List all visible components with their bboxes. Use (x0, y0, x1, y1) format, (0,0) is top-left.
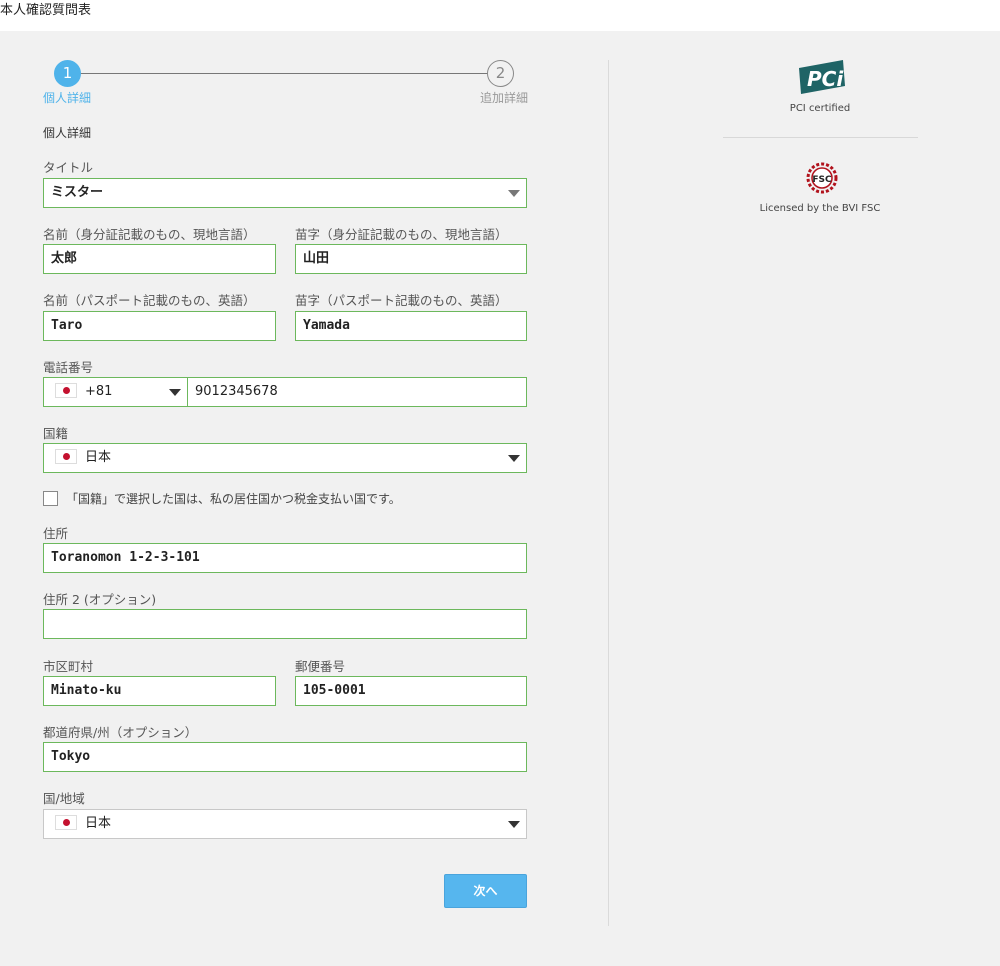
last-name-en-input[interactable]: Yamada (295, 311, 527, 341)
pci-caption: PCI certified (789, 103, 851, 114)
japan-flag-icon (55, 448, 77, 464)
country-label: 国/地域 (43, 791, 85, 806)
pci-logo-text: PCi (807, 67, 844, 91)
stepper-line (67, 73, 504, 74)
country-code-select[interactable]: +81 (43, 377, 188, 407)
fsc-caption: Licensed by the BVI FSC (759, 203, 881, 214)
last-name-local-input[interactable]: 山田 (295, 244, 527, 274)
pci-logo-icon: PCi (799, 60, 845, 94)
phone-number-input[interactable]: 9012345678 (187, 377, 527, 407)
step-1-indicator[interactable]: 1 (54, 60, 81, 87)
address1-label: 住所 (43, 526, 69, 541)
tax-residence-checkbox[interactable] (43, 491, 58, 506)
title-select[interactable]: ミスター (43, 178, 527, 208)
fsc-logo-text: FSC (812, 175, 832, 185)
step-2-label: 追加詳細 (479, 91, 528, 105)
stepper: 1 2 個人詳細 追加詳細 (43, 60, 528, 110)
nationality-label: 国籍 (43, 426, 69, 441)
first-name-local-input[interactable]: 太郎 (43, 244, 276, 274)
address2-label: 住所 2 (オプション) (43, 592, 157, 607)
last-name-en-label: 苗字（パスポート記載のもの、英語） (295, 293, 508, 308)
japan-flag-icon (55, 382, 77, 398)
postal-code-label: 郵便番号 (295, 659, 346, 674)
city-label: 市区町村 (43, 659, 94, 674)
title-label: タイトル (43, 160, 94, 175)
chevron-down-icon (508, 821, 520, 828)
first-name-en-input[interactable]: Taro (43, 311, 276, 341)
last-name-local-label: 苗字（身分証記載のもの、現地言語） (295, 227, 508, 242)
chevron-down-icon (508, 455, 520, 462)
chevron-down-icon (169, 389, 181, 396)
tax-residence-label: 「国籍」で選択した国は、私の居住国かつ税金支払い国です。 (66, 492, 401, 506)
country-value: 日本 (85, 816, 112, 831)
city-input[interactable]: Minato-ku (43, 676, 276, 706)
nationality-select[interactable]: 日本 (43, 443, 527, 473)
column-divider (608, 60, 609, 926)
page-title: 本人確認質問表 (0, 3, 92, 18)
sidebar-divider (723, 137, 918, 138)
address2-input[interactable] (43, 609, 527, 639)
next-button[interactable]: 次へ (444, 874, 527, 908)
postal-code-input[interactable]: 105-0001 (295, 676, 527, 706)
country-code-value: +81 (85, 384, 113, 399)
page-header: 本人確認質問表 (0, 0, 1000, 31)
phone-label: 電話番号 (43, 360, 94, 375)
chevron-down-icon (508, 190, 520, 197)
address1-input[interactable]: Toranomon 1-2-3-101 (43, 543, 527, 573)
step-1-label: 個人詳細 (43, 91, 92, 105)
first-name-local-label: 名前（身分証記載のもの、現地言語） (43, 227, 256, 242)
section-title: 個人詳細 (43, 126, 92, 140)
fsc-logo-icon: FSC (806, 162, 838, 194)
first-name-en-label: 名前（パスポート記載のもの、英語） (43, 293, 256, 308)
country-select[interactable]: 日本 (43, 809, 527, 839)
state-label: 都道府県/州（オプション） (43, 725, 198, 740)
nationality-value: 日本 (85, 450, 112, 465)
state-input[interactable]: Tokyo (43, 742, 527, 772)
title-select-value: ミスター (51, 185, 104, 200)
japan-flag-icon (55, 814, 77, 830)
step-2-indicator[interactable]: 2 (487, 60, 514, 87)
